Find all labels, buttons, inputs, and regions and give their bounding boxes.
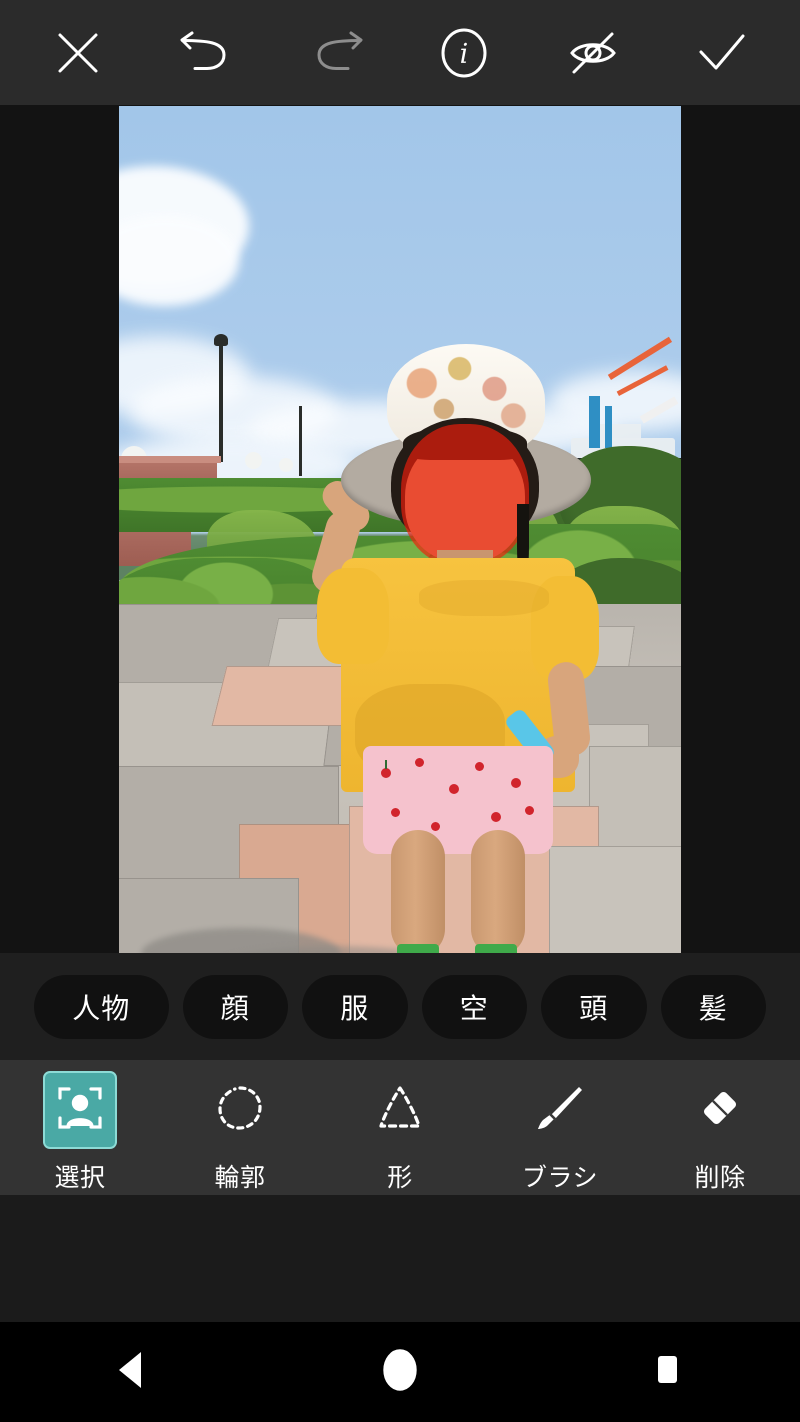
lamp-post	[219, 344, 223, 462]
tool-outline[interactable]: 輪郭	[160, 1060, 320, 1194]
brush-icon	[535, 1083, 585, 1137]
tool-select[interactable]: 選択	[0, 1060, 160, 1194]
shorts-print	[511, 778, 521, 788]
chip-face[interactable]: 顔	[182, 974, 288, 1039]
redo-icon	[309, 30, 363, 76]
tool-icon-wrap	[203, 1071, 277, 1149]
tool-label: 削除	[694, 1163, 746, 1192]
lamp-globe	[245, 452, 262, 469]
close-button[interactable]	[44, 19, 112, 87]
app-root: i 人物 顔 服 空 頭 髪 選択 輪郭 形 ブラシ 削除	[0, 0, 800, 1422]
lamp-head	[214, 334, 228, 346]
nav-recents-button[interactable]	[607, 1322, 727, 1422]
crane	[589, 396, 600, 448]
chip-head[interactable]: 頭	[541, 974, 647, 1039]
planter-wall	[119, 456, 221, 463]
shorts-print	[385, 760, 387, 769]
tool-label: 選択	[54, 1163, 106, 1192]
lamp-globe	[279, 458, 293, 472]
system-navigation-bar	[0, 1322, 800, 1422]
selection-mask-overlay	[401, 424, 529, 566]
shorts-print	[415, 758, 424, 767]
person-select-icon	[56, 1084, 104, 1136]
eye-off-icon	[564, 28, 622, 78]
tool-label: 形	[387, 1163, 413, 1192]
tool-shape[interactable]: 形	[320, 1060, 480, 1194]
check-icon	[697, 31, 747, 75]
tool-icon-wrap	[363, 1071, 437, 1149]
paving-slab	[589, 746, 681, 856]
info-button[interactable]: i	[430, 19, 498, 87]
sock	[475, 944, 517, 953]
tool-erase[interactable]: 削除	[640, 1060, 800, 1194]
chip-sky[interactable]: 空	[421, 974, 527, 1039]
nav-home-button[interactable]	[340, 1322, 460, 1422]
shorts-print	[525, 806, 534, 815]
confirm-button[interactable]	[688, 19, 756, 87]
info-icon: i	[438, 27, 490, 79]
eraser-icon	[695, 1083, 745, 1137]
shape-icon	[375, 1083, 425, 1137]
undo-icon	[180, 30, 234, 76]
leg	[471, 830, 525, 953]
photo-stage	[0, 105, 800, 953]
tool-row: 選択 輪郭 形 ブラシ 削除	[0, 1060, 800, 1195]
crane	[605, 406, 612, 448]
bottom-filler	[0, 1195, 800, 1322]
chip-hair[interactable]: 髪	[660, 974, 766, 1039]
lamp-post	[299, 406, 302, 476]
undo-button[interactable]	[173, 19, 241, 87]
lasso-icon	[215, 1083, 265, 1137]
leg	[391, 830, 445, 953]
shorts	[363, 746, 553, 854]
recents-square-icon	[647, 1348, 687, 1396]
category-chip-row: 人物 顔 服 空 頭 髪	[0, 953, 800, 1060]
tool-label: ブラシ	[521, 1163, 598, 1192]
redo-button[interactable]	[302, 19, 370, 87]
tool-label: 輪郭	[214, 1163, 266, 1192]
tool-icon-wrap	[683, 1071, 757, 1149]
tool-brush[interactable]: ブラシ	[480, 1060, 640, 1194]
photo-canvas[interactable]	[119, 106, 681, 953]
shorts-print	[431, 822, 440, 831]
close-icon	[55, 30, 101, 76]
back-triangle-icon	[113, 1348, 153, 1396]
svg-text:i: i	[460, 39, 469, 70]
home-circle-icon	[377, 1345, 423, 1399]
tool-icon-wrap	[43, 1071, 117, 1149]
chip-clothes[interactable]: 服	[302, 974, 408, 1039]
top-toolbar: i	[0, 0, 800, 105]
shorts-print	[475, 762, 484, 771]
tool-icon-wrap	[523, 1071, 597, 1149]
shorts-print	[449, 784, 459, 794]
shorts-print	[491, 812, 501, 822]
shirt-yoke	[419, 580, 549, 616]
shorts-print	[381, 768, 391, 778]
shorts-print	[391, 808, 400, 817]
hide-mask-button[interactable]	[559, 19, 627, 87]
paving-slab	[549, 846, 681, 953]
sleeve	[317, 568, 389, 664]
sock	[397, 944, 439, 953]
chip-person[interactable]: 人物	[34, 974, 169, 1039]
nav-back-button[interactable]	[73, 1322, 193, 1422]
